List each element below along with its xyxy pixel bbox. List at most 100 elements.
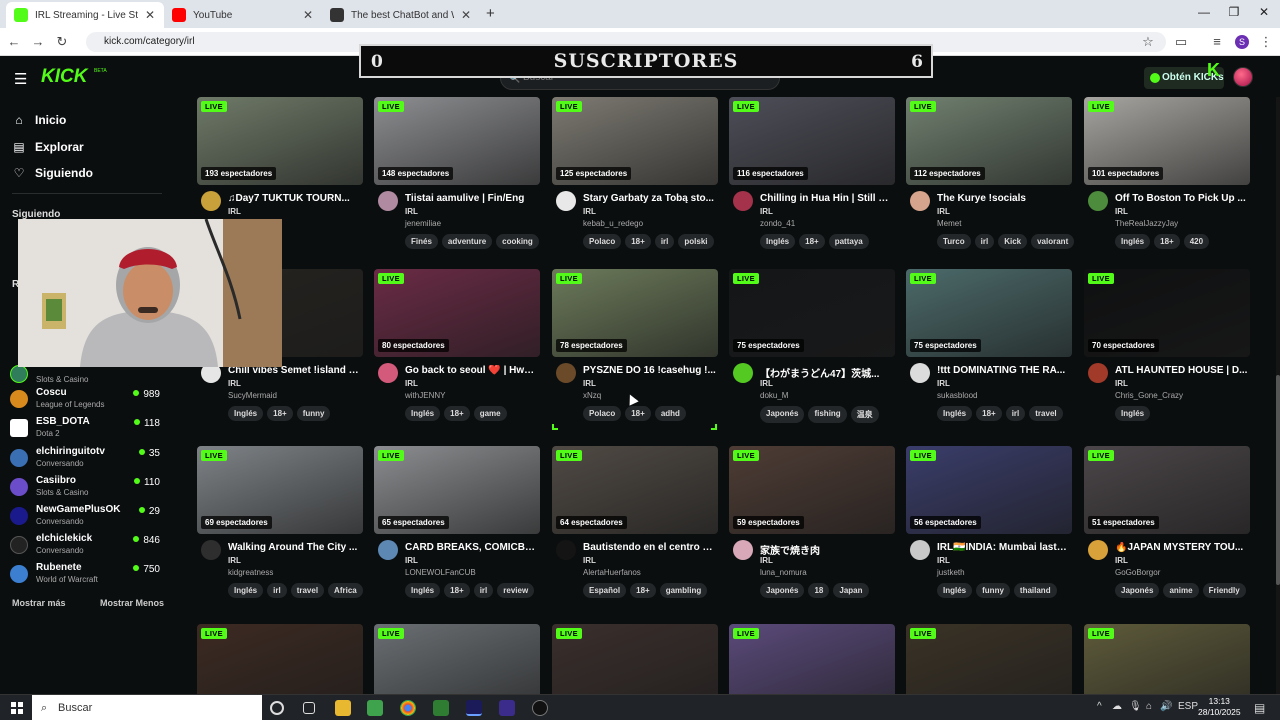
streamer-avatar[interactable] xyxy=(733,540,753,560)
stream-category[interactable]: IRL xyxy=(937,379,950,388)
stream-tag[interactable]: valorant xyxy=(1031,234,1075,249)
stream-tag[interactable]: 18+ xyxy=(267,406,293,421)
stream-tag[interactable]: Turco xyxy=(937,234,971,249)
streamer-name[interactable]: jenemiliae xyxy=(405,219,441,228)
restore-icon[interactable]: ❐ xyxy=(1224,5,1244,19)
obs-studio-icon[interactable] xyxy=(532,700,548,716)
stream-tag[interactable]: 18+ xyxy=(630,583,656,598)
minimize-icon[interactable]: — xyxy=(1194,5,1214,19)
stream-category[interactable]: IRL xyxy=(405,556,418,565)
streamer-avatar[interactable] xyxy=(910,540,930,560)
stream-card[interactable]: LIVE 80 espectadores Go back to seoul ❤️ … xyxy=(374,269,540,421)
app-icon[interactable] xyxy=(499,700,515,716)
stream-card[interactable]: LIVE 75 espectadores !ttt DOMINATING THE … xyxy=(906,269,1072,421)
stream-thumbnail[interactable]: LIVE 80 espectadores xyxy=(374,269,540,357)
stream-category[interactable]: IRL xyxy=(405,207,418,216)
streamer-avatar[interactable] xyxy=(910,191,930,211)
streamer-avatar[interactable] xyxy=(556,540,576,560)
stream-category[interactable]: IRL xyxy=(937,207,950,216)
stream-tag[interactable]: 420 xyxy=(1183,234,1210,249)
stream-tag[interactable]: travel xyxy=(1029,406,1063,421)
stream-tag[interactable]: Polaco xyxy=(583,234,622,249)
sidebar-channel-rubenete[interactable]: Rubenete World of Warcraft 750 xyxy=(10,562,160,590)
close-tab-icon[interactable]: ✕ xyxy=(460,8,472,22)
sidebar-channel-elchiclekick[interactable]: elchiclekick Conversando 846 xyxy=(10,533,160,561)
stream-title[interactable]: Bautistendo en el centro c... xyxy=(583,542,716,553)
stream-thumbnail[interactable]: LIVE 148 espectadores xyxy=(374,97,540,185)
stream-category[interactable]: IRL xyxy=(583,379,596,388)
stream-thumbnail[interactable]: LIVE 59 espectadores xyxy=(729,446,895,534)
stream-tag[interactable]: thailand xyxy=(1013,583,1057,598)
stream-tag[interactable]: Español xyxy=(583,583,627,598)
stream-tag[interactable]: funny xyxy=(976,583,1010,598)
stream-card[interactable]: LIVE 64 espectadores Bautistendo en el ce… xyxy=(552,446,718,598)
stream-title[interactable]: ATL HAUNTED HOUSE | D... xyxy=(1115,365,1248,376)
forward-icon[interactable]: → xyxy=(30,34,46,49)
stream-title[interactable]: 家族で焼き肉 xyxy=(760,542,893,557)
stream-title[interactable]: Walking Around The City ... xyxy=(228,542,361,553)
stream-thumbnail[interactable]: LIVE 75 espectadores xyxy=(906,269,1072,357)
stream-title[interactable]: Go back to seoul ❤️ | Hwa... xyxy=(405,365,538,376)
stream-tag[interactable]: Kick xyxy=(998,234,1028,249)
stream-tag[interactable]: irl xyxy=(267,583,287,598)
streamer-name[interactable]: GoGoBorgor xyxy=(1115,568,1160,577)
kick-logo[interactable]: KICK xyxy=(41,66,87,88)
stream-card[interactable]: LIVE 56 espectadores IRL🇮🇳INDIA: Mumbai l… xyxy=(906,446,1072,598)
stream-tag[interactable]: Inglés xyxy=(228,406,264,421)
stream-tag[interactable]: Africa xyxy=(328,583,363,598)
stream-tag[interactable]: polski xyxy=(678,234,714,249)
stream-card[interactable]: LIVE 59 espectadores 家族で焼き肉 IRL luna_nomu… xyxy=(729,446,895,598)
stream-tag[interactable]: Friendly xyxy=(1202,583,1246,598)
streamer-avatar[interactable] xyxy=(1088,540,1108,560)
stream-title[interactable]: 🔥JAPAN MYSTERY TOU... xyxy=(1115,542,1248,553)
stream-tag[interactable]: Japan xyxy=(833,583,869,598)
streamer-name[interactable]: kidgreatness xyxy=(228,568,273,577)
stream-category[interactable]: IRL xyxy=(760,379,773,388)
stream-tag[interactable]: 18+ xyxy=(625,406,651,421)
stream-tag[interactable]: Japonés xyxy=(760,583,805,598)
stream-tag[interactable]: 18+ xyxy=(625,234,651,249)
stream-tag[interactable]: 18 xyxy=(808,583,830,598)
cast-icon[interactable]: ▭ xyxy=(1173,34,1189,50)
stream-tag[interactable]: 18+ xyxy=(444,406,470,421)
stream-thumbnail[interactable]: LIVE 125 espectadores xyxy=(552,97,718,185)
stream-thumbnail[interactable]: LIVE 78 espectadores xyxy=(552,269,718,357)
stream-tag[interactable]: review xyxy=(497,583,535,598)
store-icon[interactable] xyxy=(367,700,383,716)
stream-thumbnail[interactable]: LIVE 64 espectadores xyxy=(552,446,718,534)
stream-tag[interactable]: Finés xyxy=(405,234,438,249)
streamer-name[interactable]: justketh xyxy=(937,568,965,577)
stream-category[interactable]: IRL xyxy=(760,207,773,216)
stream-tag[interactable]: Inglés xyxy=(1115,406,1151,421)
stream-tag[interactable]: funny xyxy=(296,406,331,421)
live-app-icon[interactable] xyxy=(433,700,449,716)
stream-tag[interactable]: Inglés xyxy=(937,583,973,598)
show-less-button[interactable]: Mostrar Menos xyxy=(100,598,164,608)
stream-thumbnail[interactable]: LIVE 56 espectadores xyxy=(906,446,1072,534)
streamer-avatar[interactable] xyxy=(733,363,753,383)
close-tab-icon[interactable]: ✕ xyxy=(302,8,314,22)
stream-tag[interactable]: game xyxy=(473,406,507,421)
stream-title[interactable]: CARD BREAKS, COMICBO... xyxy=(405,542,538,553)
streamer-name[interactable]: doku_M xyxy=(760,391,788,400)
stream-category[interactable]: IRL xyxy=(1115,207,1128,216)
stream-category[interactable]: IRL xyxy=(228,556,241,565)
stream-title[interactable]: Chilling in Hua Hin | Still N... xyxy=(760,193,893,204)
streamer-name[interactable]: SucyMermaid xyxy=(228,391,277,400)
stream-tag[interactable]: Inglés xyxy=(405,406,441,421)
sidebar-channel-esb-dota[interactable]: ESB_DOTA Dota 2 118 xyxy=(10,416,160,444)
nav-inicio[interactable]: ⌂ Inicio xyxy=(12,113,66,127)
streamer-name[interactable]: AlertaHuerfanos xyxy=(583,568,641,577)
stream-tag[interactable]: 18+ xyxy=(1154,234,1180,249)
stream-tag[interactable]: Inglés xyxy=(937,406,973,421)
streamer-avatar[interactable] xyxy=(201,540,221,560)
stream-title[interactable]: 【わがまうどん47】茨城... xyxy=(760,365,893,380)
stream-thumbnail[interactable]: LIVE 116 espectadores xyxy=(729,97,895,185)
stream-tag[interactable]: irl xyxy=(1005,406,1026,421)
stream-card[interactable]: LIVE 116 espectadores Chilling in Hua Hin… xyxy=(729,97,895,249)
streamer-name[interactable]: withJENNY xyxy=(405,391,445,400)
stream-card[interactable]: LIVE 69 espectadores Walking Around The C… xyxy=(197,446,363,598)
stream-thumbnail[interactable]: LIVE 65 espectadores xyxy=(374,446,540,534)
stream-tag[interactable]: Japonés xyxy=(1115,583,1160,598)
stream-category[interactable]: IRL xyxy=(760,556,773,565)
